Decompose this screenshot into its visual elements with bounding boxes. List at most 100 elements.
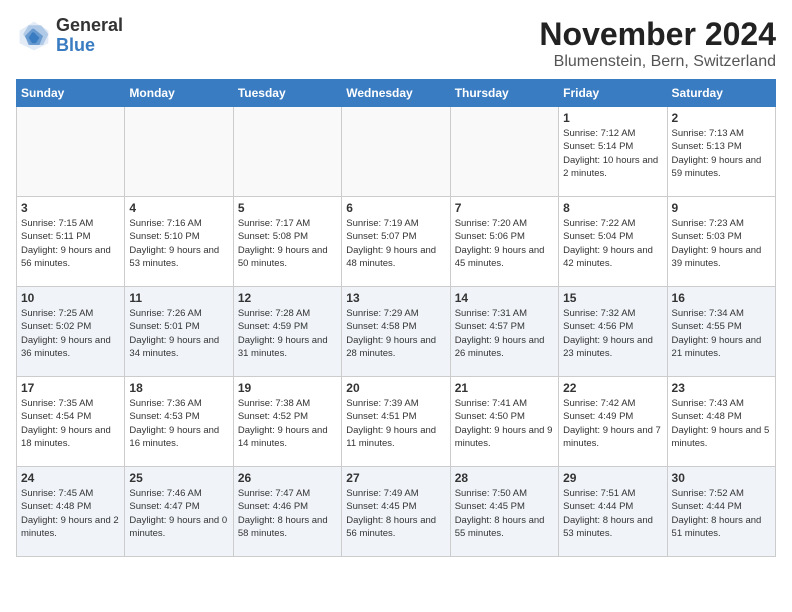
calendar-cell xyxy=(17,107,125,197)
calendar-cell: 9Sunrise: 7:23 AM Sunset: 5:03 PM Daylig… xyxy=(667,197,775,287)
day-info: Sunrise: 7:52 AM Sunset: 4:44 PM Dayligh… xyxy=(672,487,771,540)
calendar-week-5: 24 Sunrise: 7:45 AM Sunset: 4:48 PM Dayli… xyxy=(17,467,776,557)
day-number: 28 xyxy=(455,471,554,485)
calendar-cell: 21Sunrise: 7:41 AM Sunset: 4:50 PM Dayli… xyxy=(450,377,558,467)
day-info: Sunrise: 7:13 AM Sunset: 5:13 PM Dayligh… xyxy=(672,127,771,180)
calendar-week-4: 17Sunrise: 7:35 AM Sunset: 4:54 PM Dayli… xyxy=(17,377,776,467)
day-number: 22 xyxy=(563,381,662,395)
day-number: 11 xyxy=(129,291,228,305)
logo-blue-text: Blue xyxy=(56,35,95,55)
calendar-cell: 24 Sunrise: 7:45 AM Sunset: 4:48 PM Dayli… xyxy=(17,467,125,557)
day-info: Sunrise: 7:17 AM Sunset: 5:08 PM Dayligh… xyxy=(238,217,337,270)
calendar-cell: 10Sunrise: 7:25 AM Sunset: 5:02 PM Dayli… xyxy=(17,287,125,377)
weekday-header-friday: Friday xyxy=(559,80,667,107)
day-number: 27 xyxy=(346,471,445,485)
day-info: Sunrise: 7:23 AM Sunset: 5:03 PM Dayligh… xyxy=(672,217,771,270)
day-info: Sunrise: 7:29 AM Sunset: 4:58 PM Dayligh… xyxy=(346,307,445,360)
logo-icon xyxy=(16,18,52,54)
calendar-cell: 2 Sunrise: 7:13 AM Sunset: 5:13 PM Daylig… xyxy=(667,107,775,197)
calendar-week-1: 1 Sunrise: 7:12 AM Sunset: 5:14 PM Daylig… xyxy=(17,107,776,197)
day-number: 8 xyxy=(563,201,662,215)
day-number: 20 xyxy=(346,381,445,395)
day-info: Sunrise: 7:49 AM Sunset: 4:45 PM Dayligh… xyxy=(346,487,445,540)
day-number: 17 xyxy=(21,381,120,395)
calendar-cell: 6 Sunrise: 7:19 AM Sunset: 5:07 PM Daylig… xyxy=(342,197,450,287)
calendar-cell: 3Sunrise: 7:15 AM Sunset: 5:11 PM Daylig… xyxy=(17,197,125,287)
day-info: Sunrise: 7:42 AM Sunset: 4:49 PM Dayligh… xyxy=(563,397,662,450)
day-number: 16 xyxy=(672,291,771,305)
weekday-header-monday: Monday xyxy=(125,80,233,107)
header: General Blue November 2024 Blumenstein, … xyxy=(16,16,776,71)
calendar-cell: 18 Sunrise: 7:36 AM Sunset: 4:53 PM Dayli… xyxy=(125,377,233,467)
day-info: Sunrise: 7:39 AM Sunset: 4:51 PM Dayligh… xyxy=(346,397,445,450)
day-number: 10 xyxy=(21,291,120,305)
day-number: 1 xyxy=(563,111,662,125)
day-number: 19 xyxy=(238,381,337,395)
day-number: 13 xyxy=(346,291,445,305)
day-info: Sunrise: 7:19 AM Sunset: 5:07 PM Dayligh… xyxy=(346,217,445,270)
weekday-header-row: SundayMondayTuesdayWednesdayThursdayFrid… xyxy=(17,80,776,107)
calendar-cell xyxy=(342,107,450,197)
calendar-cell: 22 Sunrise: 7:42 AM Sunset: 4:49 PM Dayli… xyxy=(559,377,667,467)
calendar-week-3: 10Sunrise: 7:25 AM Sunset: 5:02 PM Dayli… xyxy=(17,287,776,377)
day-number: 25 xyxy=(129,471,228,485)
calendar-cell: 30 Sunrise: 7:52 AM Sunset: 4:44 PM Dayli… xyxy=(667,467,775,557)
day-info: Sunrise: 7:15 AM Sunset: 5:11 PM Dayligh… xyxy=(21,217,120,270)
calendar-cell: 5 Sunrise: 7:17 AM Sunset: 5:08 PM Daylig… xyxy=(233,197,341,287)
calendar-cell: 19 Sunrise: 7:38 AM Sunset: 4:52 PM Dayli… xyxy=(233,377,341,467)
calendar-cell: 7Sunrise: 7:20 AM Sunset: 5:06 PM Daylig… xyxy=(450,197,558,287)
weekday-header-wednesday: Wednesday xyxy=(342,80,450,107)
day-info: Sunrise: 7:46 AM Sunset: 4:47 PM Dayligh… xyxy=(129,487,228,540)
day-number: 5 xyxy=(238,201,337,215)
day-number: 26 xyxy=(238,471,337,485)
calendar-cell: 17Sunrise: 7:35 AM Sunset: 4:54 PM Dayli… xyxy=(17,377,125,467)
day-info: Sunrise: 7:38 AM Sunset: 4:52 PM Dayligh… xyxy=(238,397,337,450)
calendar-cell: 14Sunrise: 7:31 AM Sunset: 4:57 PM Dayli… xyxy=(450,287,558,377)
day-number: 18 xyxy=(129,381,228,395)
calendar-cell xyxy=(450,107,558,197)
calendar-cell: 26 Sunrise: 7:47 AM Sunset: 4:46 PM Dayli… xyxy=(233,467,341,557)
calendar-cell: 23 Sunrise: 7:43 AM Sunset: 4:48 PM Dayli… xyxy=(667,377,775,467)
day-number: 23 xyxy=(672,381,771,395)
calendar-cell: 20 Sunrise: 7:39 AM Sunset: 4:51 PM Dayli… xyxy=(342,377,450,467)
day-info: Sunrise: 7:26 AM Sunset: 5:01 PM Dayligh… xyxy=(129,307,228,360)
calendar-cell xyxy=(125,107,233,197)
day-number: 15 xyxy=(563,291,662,305)
day-info: Sunrise: 7:45 AM Sunset: 4:48 PM Dayligh… xyxy=(21,487,120,540)
day-info: Sunrise: 7:51 AM Sunset: 4:44 PM Dayligh… xyxy=(563,487,662,540)
day-info: Sunrise: 7:34 AM Sunset: 4:55 PM Dayligh… xyxy=(672,307,771,360)
location-subtitle: Blumenstein, Bern, Switzerland xyxy=(539,53,776,71)
calendar-cell: 1 Sunrise: 7:12 AM Sunset: 5:14 PM Daylig… xyxy=(559,107,667,197)
calendar-cell: 8Sunrise: 7:22 AM Sunset: 5:04 PM Daylig… xyxy=(559,197,667,287)
day-info: Sunrise: 7:12 AM Sunset: 5:14 PM Dayligh… xyxy=(563,127,662,180)
day-info: Sunrise: 7:41 AM Sunset: 4:50 PM Dayligh… xyxy=(455,397,554,450)
day-number: 24 xyxy=(21,471,120,485)
calendar-cell: 15Sunrise: 7:32 AM Sunset: 4:56 PM Dayli… xyxy=(559,287,667,377)
calendar-table: SundayMondayTuesdayWednesdayThursdayFrid… xyxy=(16,79,776,557)
weekday-header-saturday: Saturday xyxy=(667,80,775,107)
logo: General Blue xyxy=(16,16,123,56)
calendar-cell: 29 Sunrise: 7:51 AM Sunset: 4:44 PM Dayli… xyxy=(559,467,667,557)
day-number: 6 xyxy=(346,201,445,215)
calendar-cell xyxy=(233,107,341,197)
calendar-week-2: 3Sunrise: 7:15 AM Sunset: 5:11 PM Daylig… xyxy=(17,197,776,287)
weekday-header-thursday: Thursday xyxy=(450,80,558,107)
calendar-cell: 28 Sunrise: 7:50 AM Sunset: 4:45 PM Dayli… xyxy=(450,467,558,557)
calendar-cell: 16 Sunrise: 7:34 AM Sunset: 4:55 PM Dayli… xyxy=(667,287,775,377)
day-info: Sunrise: 7:36 AM Sunset: 4:53 PM Dayligh… xyxy=(129,397,228,450)
day-number: 2 xyxy=(672,111,771,125)
logo-general-text: General xyxy=(56,15,123,35)
calendar-cell: 27 Sunrise: 7:49 AM Sunset: 4:45 PM Dayli… xyxy=(342,467,450,557)
calendar-cell: 11 Sunrise: 7:26 AM Sunset: 5:01 PM Dayli… xyxy=(125,287,233,377)
day-number: 12 xyxy=(238,291,337,305)
month-title: November 2024 xyxy=(539,16,776,53)
day-number: 29 xyxy=(563,471,662,485)
day-info: Sunrise: 7:47 AM Sunset: 4:46 PM Dayligh… xyxy=(238,487,337,540)
day-number: 14 xyxy=(455,291,554,305)
title-area: November 2024 Blumenstein, Bern, Switzer… xyxy=(539,16,776,71)
calendar-cell: 12Sunrise: 7:28 AM Sunset: 4:59 PM Dayli… xyxy=(233,287,341,377)
day-info: Sunrise: 7:43 AM Sunset: 4:48 PM Dayligh… xyxy=(672,397,771,450)
day-number: 30 xyxy=(672,471,771,485)
day-info: Sunrise: 7:50 AM Sunset: 4:45 PM Dayligh… xyxy=(455,487,554,540)
day-number: 4 xyxy=(129,201,228,215)
